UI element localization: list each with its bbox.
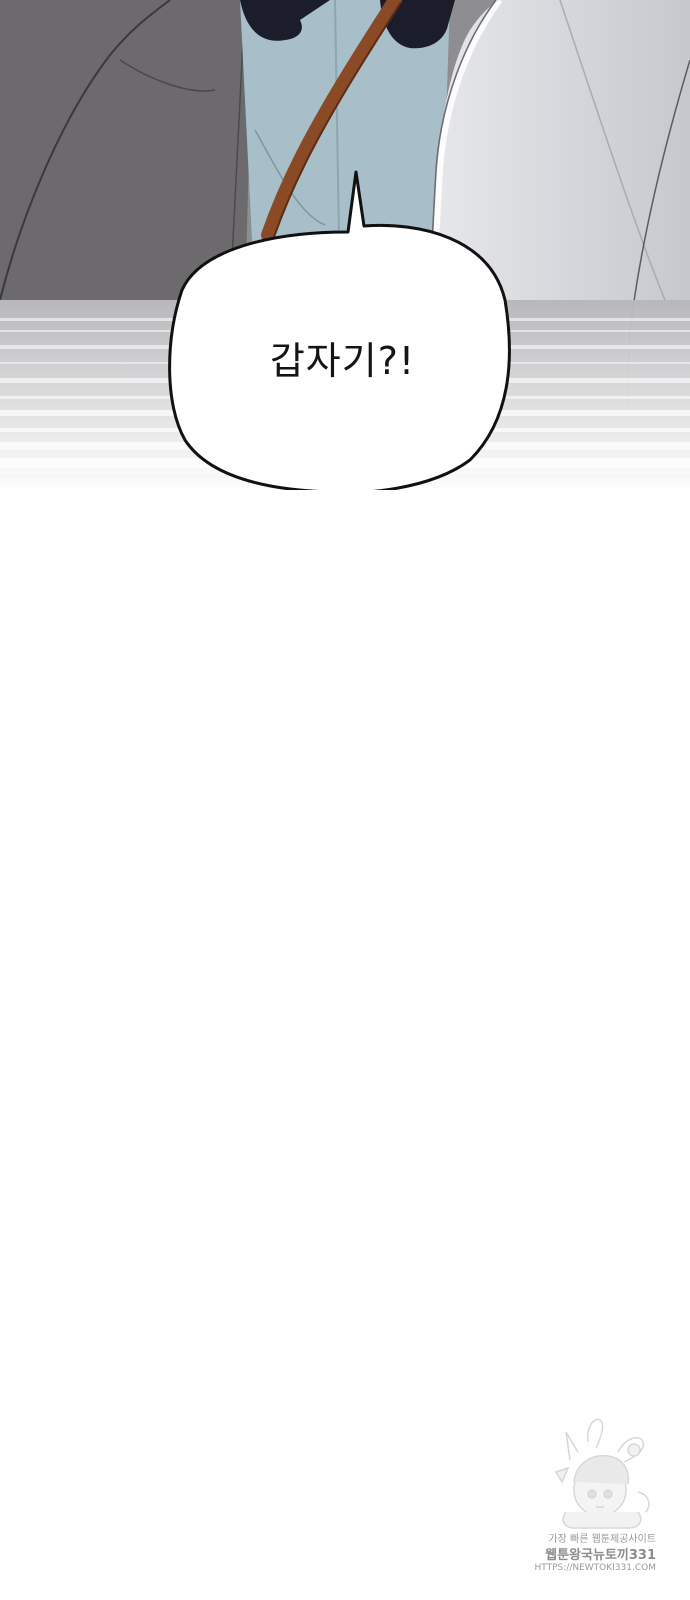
watermark-mascot-logo xyxy=(554,1418,650,1529)
site-watermark: 가장 빠른 웹툰제공사이트 웹툰왕국뉴토끼331 HTTPS://NEWTOKI… xyxy=(535,1412,660,1587)
watermark-site-name: 웹툰왕국뉴토끼331 xyxy=(545,1548,656,1563)
comic-illustration xyxy=(0,0,690,490)
speech-bubble-text: 갑자기?! xyxy=(269,339,416,383)
watermark-url: HTTPS://NEWTOKI331.COM xyxy=(534,1563,656,1573)
comic-panel: 갑자기?! xyxy=(0,0,690,490)
watermark-tagline: 가장 빠른 웹툰제공사이트 xyxy=(548,1534,656,1545)
